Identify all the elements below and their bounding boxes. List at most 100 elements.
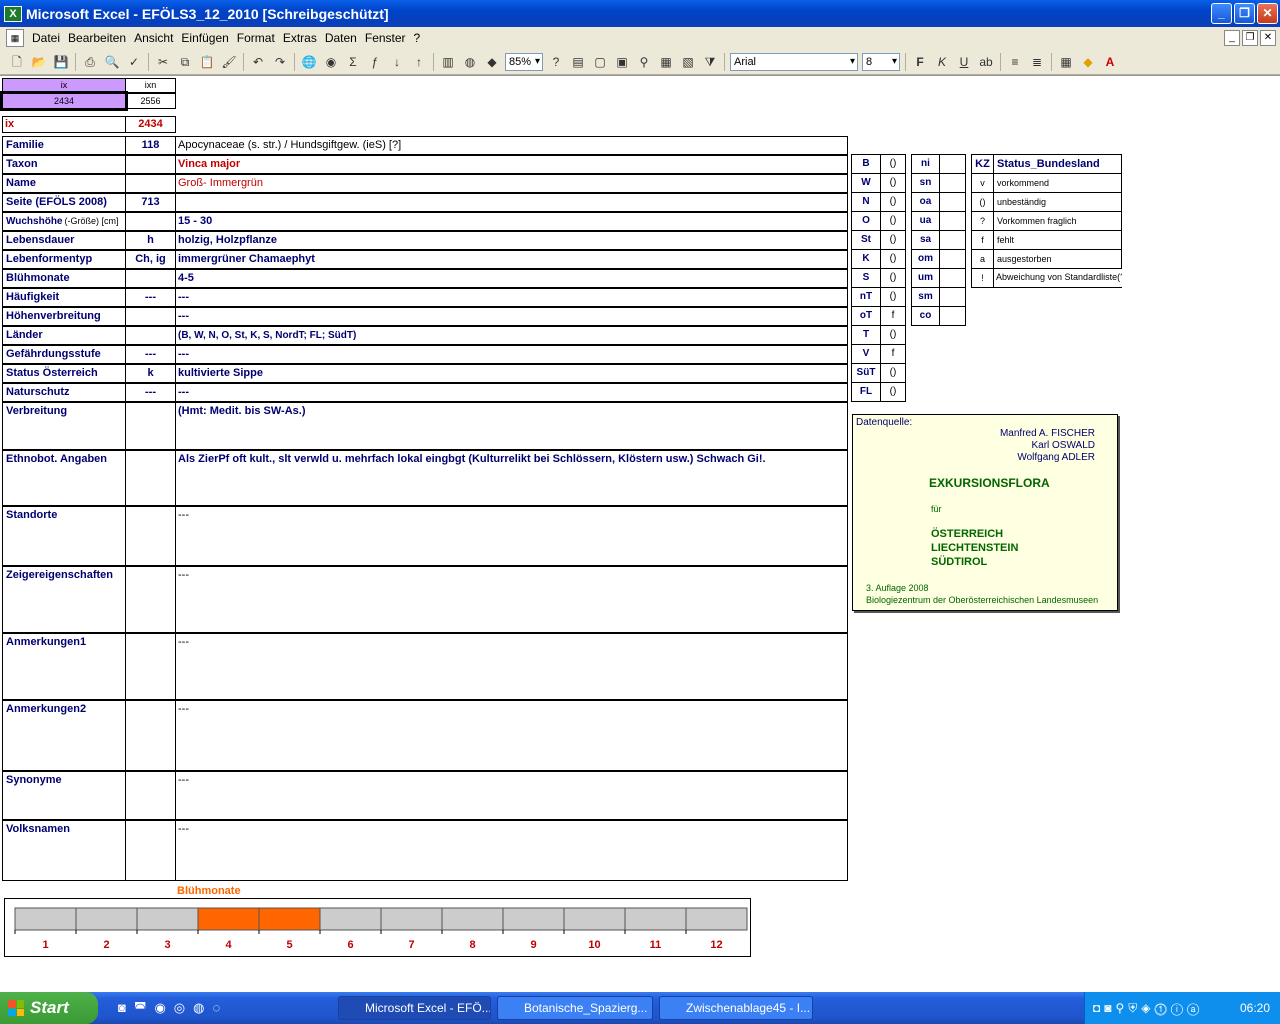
row-label[interactable]: Taxon [2, 155, 126, 174]
row-code[interactable] [125, 771, 176, 820]
spelling-icon[interactable]: ✓ [123, 52, 145, 72]
row-code[interactable] [125, 174, 176, 193]
menu-daten[interactable]: Daten [321, 31, 361, 45]
menu-einfuegen[interactable]: Einfügen [177, 31, 232, 45]
sort-asc-icon[interactable]: ↓ [386, 52, 408, 72]
row-label[interactable]: Standorte [2, 506, 126, 566]
row-code[interactable] [125, 269, 176, 288]
row-value[interactable]: kultivierte Sippe [175, 364, 848, 383]
minimize-button[interactable]: _ [1211, 3, 1232, 24]
row-value[interactable]: Groß- Immergrün [175, 174, 848, 193]
row-code[interactable]: 713 [125, 193, 176, 212]
row-value[interactable]: --- [175, 383, 848, 402]
row-value[interactable]: --- [175, 771, 848, 820]
chart-icon[interactable]: ▥ [437, 52, 459, 72]
row-code[interactable] [125, 820, 176, 881]
row-label[interactable]: Status Österreich [2, 364, 126, 383]
new-icon[interactable]: 🗋 [6, 52, 28, 72]
autosum-icon[interactable]: Σ [342, 52, 364, 72]
undo-icon[interactable]: ↶ [247, 52, 269, 72]
row-label[interactable]: Lebensdauer [2, 231, 126, 250]
row-value[interactable]: --- [175, 288, 848, 307]
row-value[interactable]: --- [175, 566, 848, 633]
ix-value-cell[interactable]: 2434 [0, 91, 128, 111]
strike-icon[interactable]: ab [975, 52, 997, 72]
row-value[interactable]: --- [175, 820, 848, 881]
align-left-icon[interactable]: ≡ [1004, 52, 1026, 72]
italic-icon[interactable]: K [931, 52, 953, 72]
filter-icon[interactable]: ⧩ [699, 52, 721, 72]
menu-datei[interactable]: Datei [28, 31, 64, 45]
tool4-icon[interactable]: ▦ [655, 52, 677, 72]
format-painter-icon[interactable]: 🖌 [218, 52, 240, 72]
row-value[interactable] [175, 193, 848, 212]
row-value[interactable]: holzig, Holzpflanze [175, 231, 848, 250]
open-icon[interactable]: 📂 [28, 52, 50, 72]
row-value[interactable]: immergrüner Chamaephyt [175, 250, 848, 269]
row-label[interactable]: Länder [2, 326, 126, 345]
row-value[interactable]: (Hmt: Medit. bis SW-As.) [175, 402, 848, 450]
fill-color-icon[interactable]: ◆ [1077, 52, 1099, 72]
row-value[interactable]: Als ZierPf oft kult., slt verwld u. mehr… [175, 450, 848, 506]
worksheet[interactable]: ix ixn 2434 2556 ix 2434 Familie 118 Apocy… [0, 75, 1280, 992]
menu-bearbeiten[interactable]: Bearbeiten [64, 31, 130, 45]
start-button[interactable]: Start [0, 992, 98, 1024]
align-center-icon[interactable]: ≣ [1026, 52, 1048, 72]
underline-icon[interactable]: U [953, 52, 975, 72]
row-value[interactable]: --- [175, 307, 848, 326]
row-code[interactable] [125, 402, 176, 450]
row-label[interactable]: Blühmonate [2, 269, 126, 288]
row-value[interactable]: --- [175, 345, 848, 364]
map-icon[interactable]: ◍ [459, 52, 481, 72]
close-button[interactable]: ✕ [1257, 3, 1278, 24]
print-icon[interactable]: ⎙ [79, 52, 101, 72]
task-clipboard[interactable]: Zwischenablage45 - I... [659, 996, 813, 1020]
zoom-select[interactable]: 85% [505, 52, 543, 71]
menu-extras[interactable]: Extras [279, 31, 321, 45]
row-label[interactable]: Wuchshöhe (-Größe) [cm] [2, 212, 126, 231]
row-label[interactable]: Höhenverbreitung [2, 307, 126, 326]
menu-help[interactable]: ? [410, 31, 425, 45]
row-code[interactable] [125, 450, 176, 506]
row-value[interactable]: --- [175, 700, 848, 771]
row-label[interactable]: Synonyme [2, 771, 126, 820]
tool5-icon[interactable]: ▧ [677, 52, 699, 72]
doc-minimize-button[interactable]: _ [1224, 30, 1240, 46]
task-excel[interactable]: Microsoft Excel - EFÖ... [338, 996, 491, 1020]
cut-icon[interactable]: ✂ [152, 52, 174, 72]
print-preview-icon[interactable]: 🔍 [101, 52, 123, 72]
row-code[interactable] [125, 566, 176, 633]
row-value[interactable]: Apocynaceae (s. str.) / Hundsgiftgew. (i… [175, 136, 848, 155]
row-code[interactable] [125, 326, 176, 345]
sort-desc-icon[interactable]: ↑ [408, 52, 430, 72]
find-icon[interactable]: ⚲ [633, 52, 655, 72]
row-code[interactable]: Ch, ig [125, 250, 176, 269]
row-label[interactable]: Lebenformentyp [2, 250, 126, 269]
row-code[interactable] [125, 700, 176, 771]
ixn-value-cell[interactable]: 2556 [125, 93, 176, 109]
workbook-icon[interactable]: ▦ [6, 29, 24, 47]
row-label[interactable]: Volksnamen [2, 820, 126, 881]
row-label[interactable]: Ethnobot. Angaben [2, 450, 126, 506]
menu-fenster[interactable]: Fenster [361, 31, 410, 45]
row-label[interactable]: Familie [2, 136, 126, 155]
row-value[interactable]: Vinca major [175, 155, 848, 174]
save-icon[interactable]: 💾 [50, 52, 72, 72]
row-value[interactable]: 15 - 30 [175, 212, 848, 231]
row-code[interactable]: --- [125, 383, 176, 402]
row-value[interactable]: (B, W, N, O, St, K, S, NordT; FL; SüdT) [175, 326, 848, 345]
doc-close-button[interactable]: ✕ [1260, 30, 1276, 46]
paste-icon[interactable]: 📋 [196, 52, 218, 72]
row-code[interactable] [125, 633, 176, 700]
hyperlink-icon[interactable]: 🌐 [298, 52, 320, 72]
row-label[interactable]: Naturschutz [2, 383, 126, 402]
font-size-select[interactable]: 8 [862, 52, 900, 71]
row-code[interactable]: 118 [125, 136, 176, 155]
row-code[interactable]: --- [125, 288, 176, 307]
tray-icons[interactable]: ◘◙⚲⛨◈⓵ⓘⓐ [1085, 1001, 1203, 1015]
row-label[interactable]: Name [2, 174, 126, 193]
task-folder[interactable]: Botanische_Spazierg... [497, 996, 653, 1020]
row-code[interactable]: k [125, 364, 176, 383]
bold-icon[interactable]: F [909, 52, 931, 72]
function-icon[interactable]: ƒ [364, 52, 386, 72]
